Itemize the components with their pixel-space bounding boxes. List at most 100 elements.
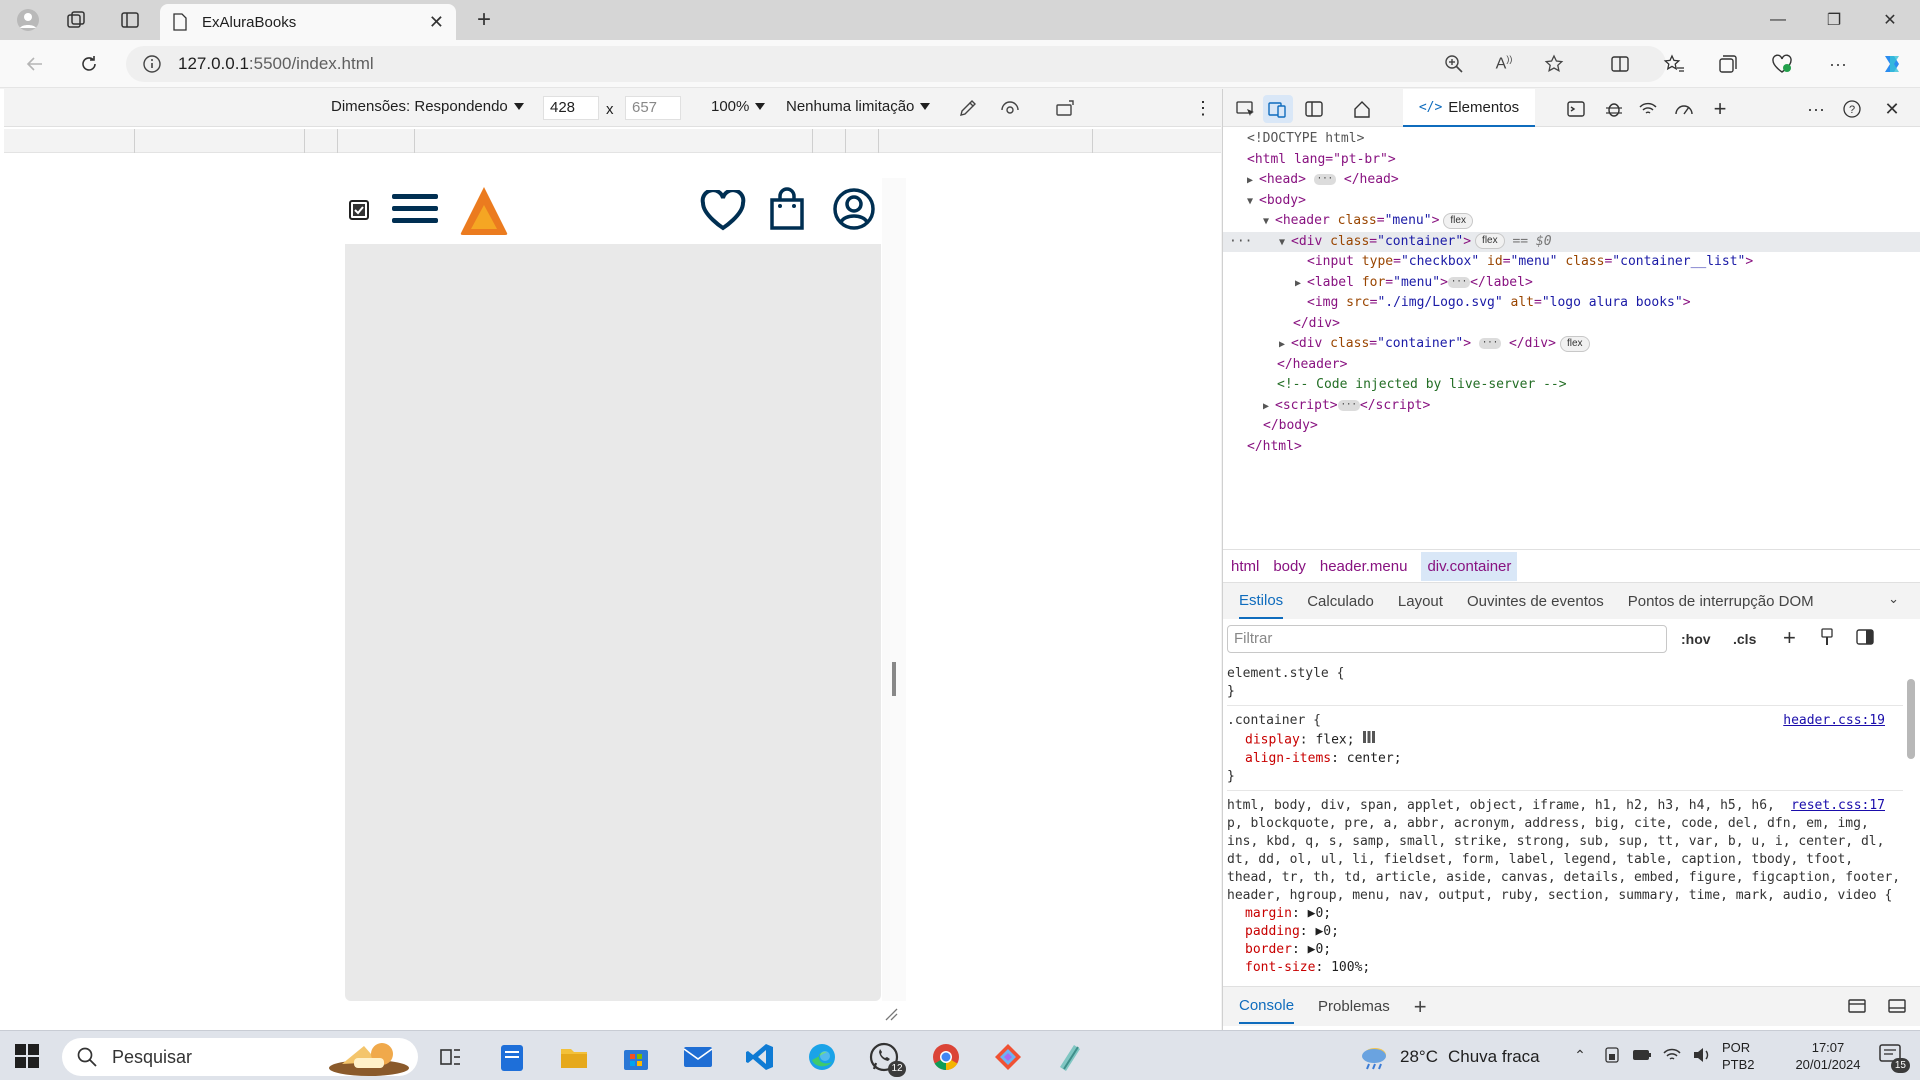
dom-node-header-close[interactable]: </header> — [1223, 355, 1920, 376]
collections-icon[interactable] — [1712, 48, 1744, 80]
width-input[interactable]: 428 — [543, 96, 599, 120]
flex-editor-icon[interactable] — [1362, 730, 1376, 750]
help-icon[interactable]: ? — [1837, 95, 1867, 123]
cls-toggle-button[interactable]: .cls — [1733, 631, 1756, 647]
property-display[interactable]: display: flex; — [1227, 730, 1903, 750]
taskbar-search-box[interactable]: Pesquisar — [62, 1038, 418, 1076]
drawer-add-tab-plus-icon[interactable]: + — [1414, 994, 1427, 1020]
close-drawer-icon[interactable] — [1887, 997, 1907, 1019]
property-margin[interactable]: margin: ▶0; — [1227, 905, 1903, 923]
user-account-icon[interactable] — [832, 187, 876, 231]
chevron-up-icon[interactable]: ⌃ — [1570, 1045, 1590, 1065]
snipping-tool-app-icon[interactable] — [1052, 1039, 1088, 1075]
info-icon[interactable] — [142, 54, 162, 74]
breadcrumb-body[interactable]: body — [1273, 558, 1306, 575]
close-devtools-icon[interactable]: ✕ — [1877, 95, 1907, 123]
rule-reset[interactable]: reset.css:17 html, body, div, span, apple… — [1227, 791, 1903, 976]
dimensions-dropdown[interactable]: Dimensões: Respondendo — [331, 98, 524, 115]
tab-actions-icon[interactable] — [114, 6, 146, 34]
shopping-bag-icon[interactable] — [769, 187, 805, 231]
windows-start-icon[interactable] — [12, 1041, 46, 1071]
browser-essentials-icon[interactable] — [1766, 48, 1798, 80]
edge-browser-icon[interactable] — [804, 1039, 840, 1075]
chevron-down-icon[interactable]: ⌄ — [1888, 591, 1899, 607]
rule-container[interactable]: header.css:19 .container { display: flex;… — [1227, 706, 1903, 791]
dom-node-html[interactable]: <html lang="pt-br"> — [1223, 150, 1920, 171]
breadcrumb-header-menu[interactable]: header.menu — [1320, 558, 1408, 575]
git-tool-app-icon[interactable] — [990, 1039, 1026, 1075]
favorites-icon[interactable] — [1658, 48, 1690, 80]
vision-deficiency-icon[interactable] — [1000, 98, 1020, 118]
dom-node-div-container-2[interactable]: ▶ <div class="container"> ··· </div> flex — [1223, 334, 1920, 355]
system-clock[interactable]: 17:07 20/01/2024 — [1780, 1039, 1876, 1073]
dom-node-div-close[interactable]: </div> — [1223, 314, 1920, 335]
height-input[interactable]: 657 — [625, 96, 681, 120]
device-meter-icon[interactable] — [1602, 1045, 1622, 1065]
dom-node-html-close[interactable]: </html> — [1223, 437, 1920, 458]
eyedropper-icon[interactable] — [958, 98, 978, 118]
zoom-icon[interactable] — [1438, 48, 1470, 80]
file-explorer-icon[interactable] — [556, 1039, 592, 1075]
scrollbar-thumb[interactable] — [1907, 679, 1915, 759]
dom-node-comment[interactable]: <!-- Code injected by live-server --> — [1223, 375, 1920, 396]
breadcrumb-div-container[interactable]: div.container — [1421, 551, 1518, 581]
dom-node-img[interactable]: <img src="./img/Logo.svg" alt="logo alur… — [1223, 293, 1920, 314]
collapsed-ellipsis[interactable]: ··· — [1447, 276, 1471, 288]
tab-elements[interactable]: </> Elementos — [1403, 89, 1535, 127]
copilot-icon[interactable] — [1876, 48, 1908, 80]
styles-filter-input[interactable]: Filtrar — [1227, 625, 1667, 653]
welcome-home-icon[interactable] — [1347, 95, 1377, 123]
breadcrumb-html[interactable]: html — [1231, 558, 1259, 575]
device-emulation-icon[interactable] — [1263, 95, 1293, 123]
dom-node-label[interactable]: ▶ <label for="menu"> ··· </label> — [1223, 273, 1920, 294]
inspect-element-icon[interactable] — [1231, 95, 1261, 123]
address-bar[interactable]: 127.0.0.1:5500/index.html — [126, 46, 1666, 82]
dom-node-body[interactable]: ▼ <body> — [1223, 191, 1920, 212]
property-border[interactable]: border: ▶0; — [1227, 941, 1903, 959]
device-more-icon[interactable]: ⋮ — [1194, 98, 1212, 119]
favorite-star-icon[interactable] — [1538, 48, 1570, 80]
tab-event-listeners[interactable]: Ouvintes de eventos — [1467, 593, 1604, 610]
undock-drawer-icon[interactable] — [1847, 997, 1867, 1019]
node-actions-icon[interactable]: ··· — [1229, 232, 1252, 253]
notepad-app-icon[interactable] — [494, 1039, 530, 1075]
element-state-brush-icon[interactable] — [1819, 627, 1835, 650]
split-screen-icon[interactable] — [1604, 48, 1636, 80]
dom-node-div-container-selected[interactable]: ··· ▼ <div class="container"> flex == $0 — [1223, 231, 1920, 253]
maximize-button[interactable]: ❐ — [1806, 0, 1862, 40]
property-align-items[interactable]: align-items: center; — [1227, 750, 1903, 768]
rule-element-style[interactable]: element.style { } — [1227, 659, 1903, 706]
flex-badge[interactable]: flex — [1559, 335, 1590, 352]
dom-node-head[interactable]: ▶ <head> ··· </head> — [1223, 170, 1920, 191]
tab-exalurabooks[interactable]: ExAluraBooks ✕ — [160, 4, 456, 40]
menu-checkbox[interactable] — [349, 200, 369, 220]
tab-dom-breakpoints[interactable]: Pontos de interrupção DOM — [1628, 593, 1814, 610]
tab-computed[interactable]: Calculado — [1307, 593, 1374, 610]
console-icon[interactable] — [1561, 95, 1591, 123]
dom-node-body-close[interactable]: </body> — [1223, 416, 1920, 437]
property-font-size[interactable]: font-size: 100%; — [1227, 959, 1903, 976]
settings-more-icon[interactable]: ··· — [1822, 48, 1854, 80]
profile-icon[interactable] — [12, 6, 44, 34]
collapsed-ellipsis[interactable]: ··· — [1337, 399, 1360, 411]
tab-problems[interactable]: Problemas — [1318, 998, 1390, 1015]
vscode-app-icon[interactable] — [742, 1039, 778, 1075]
refresh-button[interactable] — [72, 48, 106, 80]
tab-styles[interactable]: Estilos — [1239, 584, 1284, 619]
hov-toggle-button[interactable]: :hov — [1681, 631, 1711, 647]
network-wifi-icon[interactable] — [1633, 95, 1663, 123]
collapsed-ellipsis[interactable]: ··· — [1313, 174, 1337, 185]
volume-icon[interactable] — [1692, 1045, 1712, 1065]
collapsed-ellipsis[interactable]: ··· — [1478, 338, 1502, 349]
dom-node-doctype[interactable]: <!DOCTYPE html> — [1223, 129, 1920, 150]
mail-app-icon[interactable] — [680, 1039, 716, 1075]
close-tab-icon[interactable]: ✕ — [429, 12, 444, 33]
new-style-rule-plus-icon[interactable]: + — [1783, 625, 1796, 651]
close-window-button[interactable]: ✕ — [1862, 0, 1918, 40]
property-padding[interactable]: padding: ▶0; — [1227, 923, 1903, 941]
chrome-app-icon[interactable] — [928, 1039, 964, 1075]
tab-console[interactable]: Console — [1239, 989, 1295, 1024]
flex-badge[interactable]: flex — [1475, 233, 1505, 249]
workspaces-icon[interactable] — [60, 6, 92, 34]
dock-side-icon[interactable] — [1299, 95, 1329, 123]
